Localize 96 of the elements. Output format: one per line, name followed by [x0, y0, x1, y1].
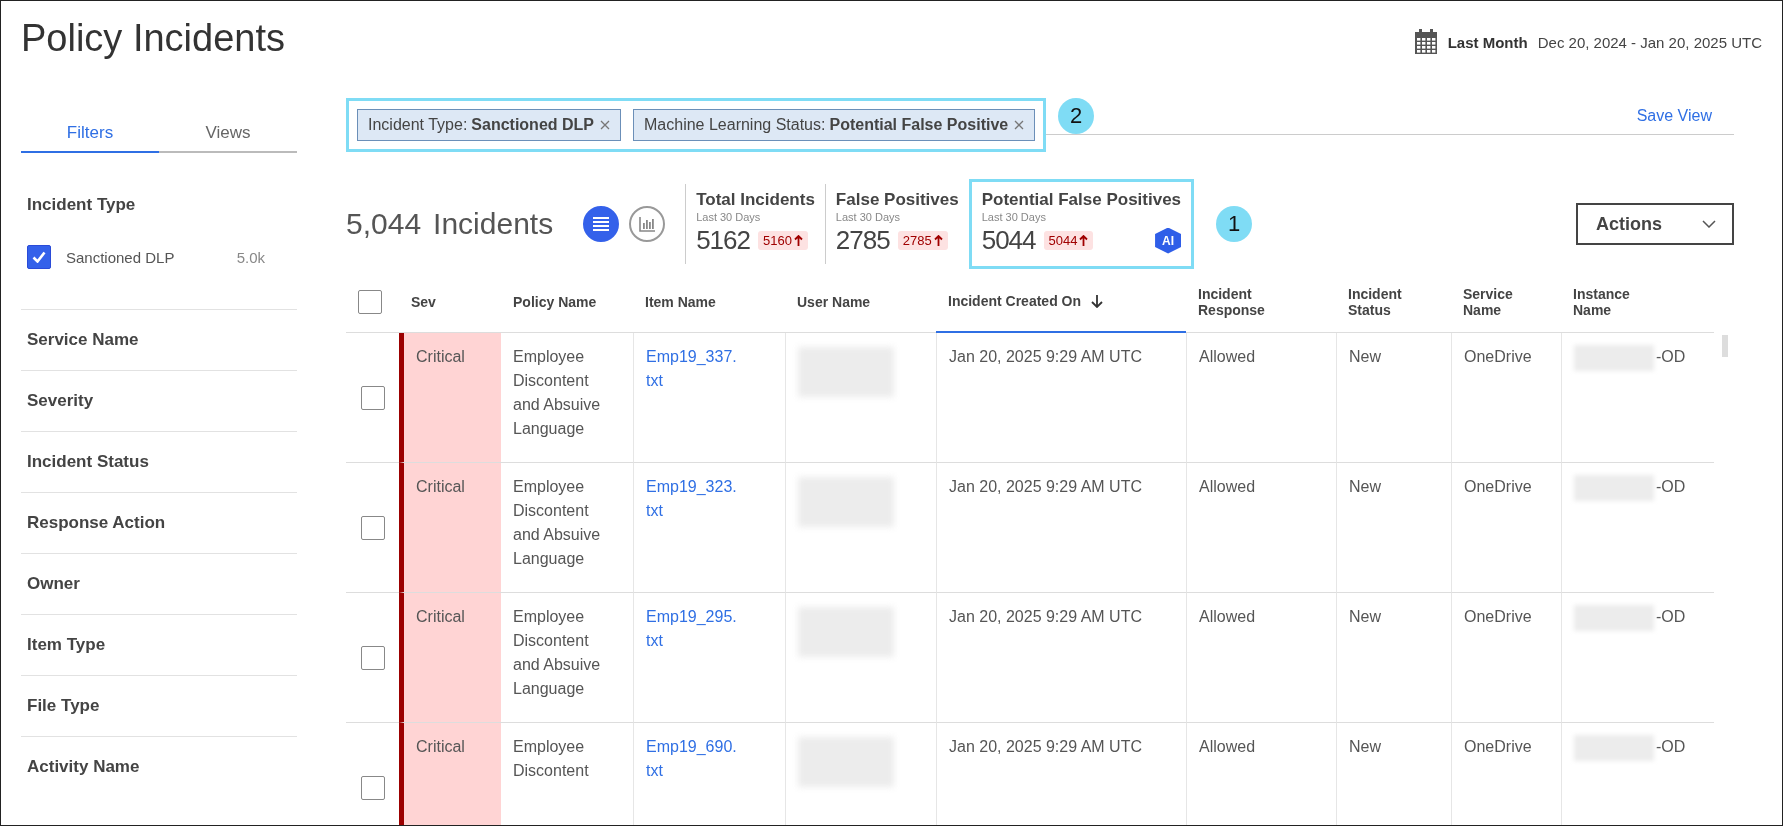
stat-period: Last 30 Days: [981, 211, 1047, 223]
chevron-down-icon: [1702, 220, 1716, 228]
column-header[interactable]: Incident Status: [1336, 271, 1451, 333]
stat-title: Total Incidents: [696, 190, 815, 210]
filter-group-title[interactable]: Activity Name: [21, 757, 297, 777]
table-cell: OneDrive: [1451, 593, 1561, 723]
up-arrow-icon: [1079, 235, 1089, 246]
save-view-link[interactable]: Save View: [1606, 107, 1734, 125]
filter-group-title[interactable]: Owner: [21, 574, 297, 594]
item-link[interactable]: Emp19_323.txt: [646, 475, 740, 523]
stat-title: False Positives: [835, 190, 959, 210]
callout-marker: 2: [1058, 98, 1095, 134]
actions-button[interactable]: Actions: [1576, 203, 1734, 245]
close-icon[interactable]: [600, 120, 610, 130]
row-checkbox[interactable]: [360, 385, 385, 410]
date-preset[interactable]: Last Month: [1447, 33, 1528, 51]
stat-change-badge: 5044: [1043, 231, 1094, 250]
table-cell: Jan 20, 2025 9:29 AM UTC: [936, 723, 1186, 825]
filter-chip[interactable]: Incident Type: Sanctioned DLP: [357, 109, 621, 141]
select-all-checkbox[interactable]: [358, 289, 382, 314]
stat-period: Last 30 Days: [696, 211, 762, 223]
sidebar-tab[interactable]: Filters: [21, 115, 159, 153]
filter-option-count: 5.0k: [236, 248, 265, 266]
filter-group-title[interactable]: Incident Type: [21, 195, 297, 215]
instance-suffix: -OD: [1656, 347, 1686, 367]
sort-down-icon: [1091, 294, 1104, 308]
table-cell: New: [1336, 333, 1451, 463]
table-cell: Allowed: [1186, 333, 1336, 463]
stat-value: 5044: [981, 225, 1036, 256]
row-checkbox[interactable]: [360, 645, 385, 670]
stat-change-badge: 5160: [758, 231, 808, 250]
list-view-button[interactable]: [583, 206, 620, 242]
filter-group-title[interactable]: File Type: [21, 696, 297, 716]
filter-group-title[interactable]: Service Name: [21, 330, 297, 350]
column-header[interactable]: Incident Created On: [936, 271, 1186, 333]
table-cell: Allowed: [1186, 463, 1336, 593]
column-header[interactable]: Instance Name: [1561, 271, 1714, 333]
filter-option-label: Sanctioned DLP: [66, 248, 176, 266]
row-checkbox[interactable]: [360, 775, 385, 800]
item-link[interactable]: Emp19_337.txt: [646, 345, 740, 393]
stat-value: 2785: [835, 225, 890, 256]
table-cell: Allowed: [1186, 593, 1336, 723]
instance-suffix: -OD: [1656, 477, 1686, 497]
ai-badge: AI: [1155, 227, 1182, 254]
table-cell-text: Employee Discontent and Absuive Language: [513, 477, 602, 569]
table-cell: New: [1336, 463, 1451, 593]
filter-group-title[interactable]: Item Type: [21, 635, 297, 655]
list-icon: [592, 216, 611, 232]
severity-cell: Critical: [399, 333, 501, 463]
table-cell: Allowed: [1186, 723, 1336, 825]
callout-marker: 1: [1216, 206, 1253, 242]
table-cell-text: Employee Discontent and Absuive Language: [513, 607, 602, 699]
severity-cell: Critical: [399, 593, 501, 723]
page-title: Policy Incidents: [21, 17, 285, 60]
stat-change-badge: 2785: [897, 231, 948, 250]
stat-title: Potential False Positives: [981, 190, 1182, 210]
filter-checkbox[interactable]: [27, 245, 51, 269]
table-cell: OneDrive: [1451, 723, 1561, 825]
filter-chip[interactable]: Machine Learning Status: Potential False Positive: [633, 109, 1036, 141]
check-icon: [32, 251, 46, 263]
stat-period: Last 30 Days: [835, 211, 902, 223]
column-header[interactable]: User Name: [785, 271, 936, 333]
column-header[interactable]: Policy Name: [501, 271, 633, 333]
table-cell: Jan 20, 2025 9:29 AM UTC: [936, 593, 1186, 723]
table-cell: OneDrive: [1451, 333, 1561, 463]
table-cell: Jan 20, 2025 9:29 AM UTC: [936, 333, 1186, 463]
severity-cell: Critical: [399, 723, 501, 825]
table-cell: OneDrive: [1451, 463, 1561, 593]
sidebar-tab[interactable]: Views: [159, 115, 297, 153]
table-cell-text: Employee Discontent: [513, 737, 590, 781]
table-cell: New: [1336, 723, 1451, 825]
scrollbar-thumb[interactable]: [1722, 335, 1728, 357]
instance-suffix: -OD: [1656, 737, 1686, 757]
column-header[interactable]: Service Name: [1451, 271, 1561, 333]
up-arrow-icon: [793, 235, 803, 246]
table-cell-text: Employee Discontent and Absuive Language: [513, 347, 602, 439]
up-arrow-icon: [933, 235, 943, 246]
filter-group-title[interactable]: Response Action: [21, 513, 297, 533]
calendar-icon: [1413, 29, 1438, 55]
instance-suffix: -OD: [1656, 607, 1686, 627]
row-checkbox[interactable]: [360, 515, 385, 540]
chart-view-button[interactable]: [629, 206, 666, 242]
table-cell: Jan 20, 2025 9:29 AM UTC: [936, 463, 1186, 593]
filter-group-title[interactable]: Severity: [21, 391, 297, 411]
close-icon[interactable]: [1014, 120, 1025, 130]
severity-cell: Critical: [399, 463, 501, 593]
item-link[interactable]: Emp19_690.txt: [646, 735, 740, 783]
table-cell: New: [1336, 593, 1451, 723]
filter-group-title[interactable]: Incident Status: [21, 452, 297, 472]
bar-chart-icon: [638, 216, 657, 232]
date-range: Dec 20, 2024 - Jan 20, 2025 UTC: [1537, 33, 1762, 51]
column-header[interactable]: Incident Response: [1186, 271, 1336, 333]
item-link[interactable]: Emp19_295.txt: [646, 605, 740, 653]
incident-count: 5,044 Incidents: [346, 207, 554, 241]
stat-value: 5162: [696, 225, 750, 256]
column-header[interactable]: Item Name: [633, 271, 785, 333]
